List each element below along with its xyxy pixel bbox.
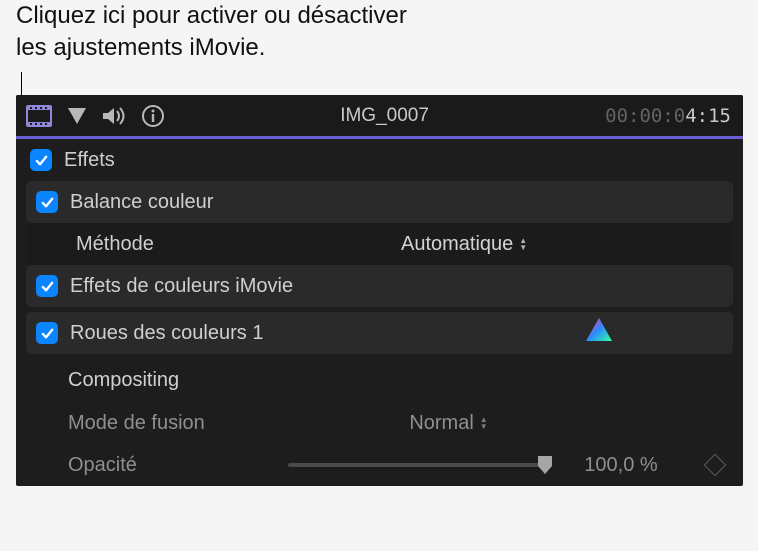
blend-mode-label: Mode de fusion (68, 412, 288, 435)
color-balance-checkbox[interactable] (36, 191, 58, 213)
chevron-updown-icon: ▲▼ (480, 416, 488, 430)
blend-mode-dropdown[interactable]: Normal ▲▼ (409, 412, 487, 435)
volume-icon[interactable] (102, 105, 128, 127)
inspector-panel: IMG_0007 00:00:04:15 Effets Balance coul… (16, 95, 743, 486)
annotation-line1: Cliquez ici pour activer ou désactiver (16, 2, 407, 29)
timecode: 00:00:04:15 (605, 105, 731, 127)
timecode-inactive: 00:00:0 (605, 105, 685, 127)
effects-label: Effets (64, 149, 729, 172)
method-dropdown[interactable]: Automatique ▲▼ (401, 233, 527, 256)
color-balance-row[interactable]: Balance couleur (26, 181, 733, 223)
method-value: Automatique (401, 233, 513, 256)
inspector-toolbar: IMG_0007 00:00:04:15 (16, 95, 743, 139)
color-wheels-label: Roues des couleurs 1 (70, 322, 573, 345)
keyframe-icon[interactable] (704, 454, 727, 477)
compositing-section-header: Compositing (16, 358, 743, 402)
imovie-color-effects-label: Effets de couleurs iMovie (70, 275, 723, 298)
filmstrip-icon[interactable] (26, 105, 52, 127)
method-row: Méthode Automatique ▲▼ (36, 223, 723, 265)
effects-section-header[interactable]: Effets (16, 139, 743, 181)
opacity-slider-thumb[interactable] (536, 455, 554, 475)
opacity-slider[interactable] (288, 463, 548, 467)
marker-icon[interactable] (66, 105, 88, 127)
timecode-active: 4:15 (685, 105, 731, 127)
blend-mode-row: Mode de fusion Normal ▲▼ (16, 402, 743, 444)
color-wheels-row[interactable]: Roues des couleurs 1 (26, 312, 733, 354)
color-wheels-checkbox[interactable] (36, 322, 58, 344)
chevron-updown-icon: ▲▼ (519, 237, 527, 251)
opacity-row: Opacité 100,0 % (16, 444, 743, 486)
opacity-label: Opacité (68, 454, 288, 477)
imovie-color-effects-row[interactable]: Effets de couleurs iMovie (26, 265, 733, 307)
toolbar-icons (26, 105, 164, 127)
annotation-text: Cliquez ici pour activer ou désactiver l… (16, 0, 407, 65)
clip-title: IMG_0007 (164, 105, 605, 127)
compositing-label: Compositing (68, 369, 179, 392)
blend-mode-value: Normal (409, 412, 473, 435)
color-balance-label: Balance couleur (70, 191, 723, 214)
color-triangle-icon[interactable] (585, 317, 613, 349)
imovie-color-effects-checkbox[interactable] (36, 275, 58, 297)
method-label: Méthode (76, 233, 389, 256)
effects-checkbox[interactable] (30, 149, 52, 171)
info-icon[interactable] (142, 105, 164, 127)
annotation-line2: les ajustements iMovie. (16, 34, 265, 61)
opacity-value: 100,0 % (566, 454, 676, 477)
